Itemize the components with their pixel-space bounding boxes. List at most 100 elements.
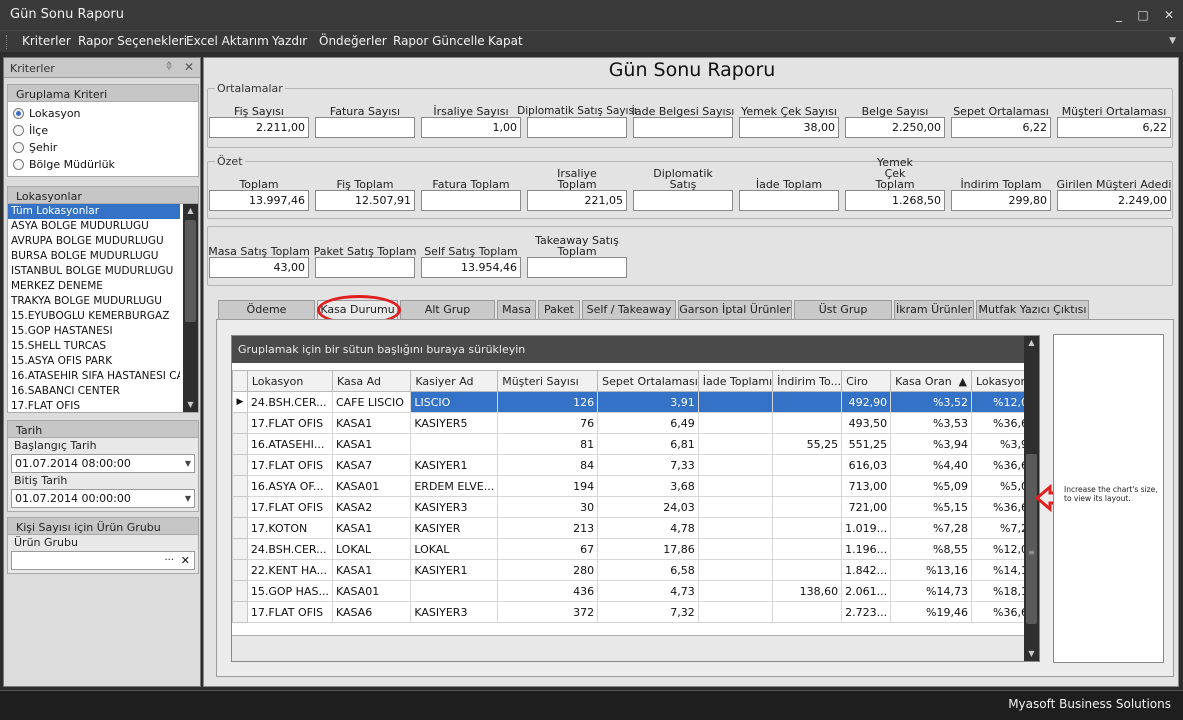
table-cell[interactable]: 6,81 (597, 433, 699, 455)
tab-masa[interactable]: Masa (497, 300, 536, 320)
table-cell[interactable]: %14,73 (890, 580, 972, 602)
table-cell[interactable] (697, 412, 774, 434)
tab-garson-iptal-urunler[interactable]: Garson İptal Ürünler (678, 300, 792, 320)
table-cell[interactable] (772, 517, 843, 539)
table-cell[interactable]: 16.ATASEHI... (246, 433, 333, 455)
browse-icon[interactable]: ··· (164, 552, 174, 569)
maximize-button[interactable]: □ (1134, 6, 1152, 24)
table-cell[interactable] (772, 454, 843, 476)
table-cell[interactable] (772, 412, 843, 434)
table-cell[interactable]: %3,94 (890, 433, 972, 455)
tab-alt-grup-satislari[interactable]: Alt Grup Satışları (400, 300, 495, 334)
pin-icon[interactable]: ᛰ (166, 61, 172, 72)
menu-yazdir[interactable]: Yazdır (272, 34, 307, 48)
table-cell[interactable]: 721,00 (841, 496, 892, 518)
table-row[interactable]: 17.FLAT OFIS KASA1 KASIYER5 76 6,49 493,50 %3,… (232, 412, 1040, 434)
table-cell[interactable]: 7,32 (597, 601, 699, 623)
table-cell[interactable]: %8,55 (890, 538, 972, 560)
table-cell[interactable] (697, 580, 774, 602)
table-cell[interactable]: 81 (497, 433, 599, 455)
col-header-lokasyon[interactable]: Lokasyon (246, 370, 333, 392)
row-indicator[interactable] (232, 433, 248, 455)
group-by-panel[interactable]: Gruplamak için bir sütun başlığını buray… (232, 336, 1039, 363)
table-cell[interactable] (772, 559, 843, 581)
panel-close-icon[interactable]: ✕ (184, 60, 194, 74)
table-cell[interactable] (697, 475, 774, 497)
col-header-indirim-toplam[interactable]: İndirim To... (772, 370, 843, 392)
field-value[interactable]: 299,80 (951, 190, 1051, 211)
table-cell[interactable]: CAFE LISCIO (331, 391, 412, 413)
tab-self-takeaway[interactable]: Self / Takeaway (582, 300, 676, 320)
field-value[interactable]: 6,22 (951, 117, 1051, 138)
field-value[interactable] (527, 117, 627, 138)
field-value[interactable]: 2.250,00 (845, 117, 945, 138)
table-cell[interactable]: 2.061... (841, 580, 892, 602)
table-row[interactable]: 24.BSH.CER... LOKAL LOKAL 67 17,86 1.196... %8… (232, 538, 1040, 560)
field-value[interactable]: 2.211,00 (209, 117, 309, 138)
col-header-ciro[interactable]: Ciro (841, 370, 892, 392)
table-cell[interactable] (697, 601, 774, 623)
table-row[interactable]: 17.FLAT OFIS KASA2 KASIYER3 30 24,03 721,00 %5… (232, 496, 1040, 518)
location-item[interactable]: AVRUPA BOLGE MUDURLUGU (8, 234, 180, 249)
table-cell[interactable] (410, 433, 499, 455)
table-cell[interactable]: LOKAL (331, 538, 412, 560)
table-cell[interactable] (697, 391, 774, 413)
table-cell[interactable]: LOKAL (410, 538, 499, 560)
table-row[interactable]: 17.FLAT OFIS KASA7 KASIYER1 84 7,33 616,03 %4,… (232, 454, 1040, 476)
table-cell[interactable] (697, 433, 774, 455)
table-cell[interactable] (410, 580, 499, 602)
table-cell[interactable]: KASIYER (410, 517, 499, 539)
row-indicator[interactable] (232, 538, 248, 560)
row-indicator[interactable] (232, 475, 248, 497)
table-cell[interactable]: 67 (497, 538, 599, 560)
table-cell[interactable]: 280 (497, 559, 599, 581)
table-cell[interactable]: KASA1 (331, 517, 412, 539)
start-date-picker[interactable]: 01.07.2014 08:00:00 ▼ (11, 454, 195, 473)
location-item[interactable]: 17.FLAT OFIS (8, 399, 180, 412)
table-cell[interactable]: 76 (497, 412, 599, 434)
location-item[interactable]: 15.SHELL TURCAS (8, 339, 180, 354)
locations-scrollbar[interactable]: ▲ ▼ (183, 204, 198, 412)
table-cell[interactable]: 194 (497, 475, 599, 497)
field-value[interactable]: 13.954,46 (421, 257, 521, 278)
table-cell[interactable]: 372 (497, 601, 599, 623)
close-button[interactable]: ✕ (1160, 6, 1178, 24)
col-header-musteri-sayisi[interactable]: Müşteri Sayısı (497, 370, 599, 392)
table-cell[interactable]: 713,00 (841, 475, 892, 497)
table-cell[interactable]: 1.019... (841, 517, 892, 539)
table-cell[interactable]: 1.842... (841, 559, 892, 581)
table-cell[interactable] (697, 559, 774, 581)
col-header-sepet-ortalamasi[interactable]: Sepet Ortalaması (597, 370, 699, 392)
field-value[interactable] (739, 190, 839, 211)
dropdown-arrow-icon[interactable]: ▼ (185, 490, 191, 507)
table-row[interactable]: 16.ATASEHI... KASA1 81 6,81 55,25 551,25 %3,94… (232, 433, 1040, 455)
table-cell[interactable]: KASIYER3 (410, 601, 499, 623)
scroll-down-icon[interactable]: ▼ (1024, 647, 1039, 661)
table-cell[interactable] (697, 538, 774, 560)
table-cell[interactable]: %19,46 (890, 601, 972, 623)
table-cell[interactable]: LISCIO (410, 391, 499, 413)
radio-lokasyon[interactable]: Lokasyon (13, 105, 193, 122)
location-item[interactable]: ASYA BOLGE MUDURLUGU (8, 219, 180, 234)
col-header-kasa-ad[interactable]: Kasa Ad (331, 370, 412, 392)
table-cell[interactable]: KASA2 (331, 496, 412, 518)
menu-grip[interactable] (6, 35, 9, 49)
table-cell[interactable]: 3,91 (597, 391, 699, 413)
table-cell[interactable]: %13,16 (890, 559, 972, 581)
table-cell[interactable]: 55,25 (772, 433, 843, 455)
tab-ikram-urunler[interactable]: İkram Ürünler (894, 300, 974, 320)
col-header-kasiyer-ad[interactable]: Kasiyer Ad (410, 370, 499, 392)
dropdown-arrow-icon[interactable]: ▼ (185, 455, 191, 472)
field-value[interactable]: 12.507,91 (315, 190, 415, 211)
menu-rapor-secenekleri[interactable]: Rapor Seçenekleri (78, 34, 187, 48)
row-indicator[interactable] (232, 559, 248, 581)
table-row[interactable]: 22.KENT HA... KASA1 KASIYER1 280 6,58 1.842..… (232, 559, 1040, 581)
table-cell[interactable]: KASIYER1 (410, 559, 499, 581)
tab-odeme-ayrintilari[interactable]: Ödeme Ayrıntıları (218, 300, 315, 334)
scroll-up-icon[interactable]: ▲ (183, 204, 198, 218)
table-cell[interactable]: 4,78 (597, 517, 699, 539)
row-indicator[interactable] (232, 496, 248, 518)
table-cell[interactable]: 138,60 (772, 580, 843, 602)
table-row[interactable]: 16.ASYA OF... KASA01 ERDEM ELVE... 194 3,68 7… (232, 475, 1040, 497)
table-cell[interactable]: 17,86 (597, 538, 699, 560)
